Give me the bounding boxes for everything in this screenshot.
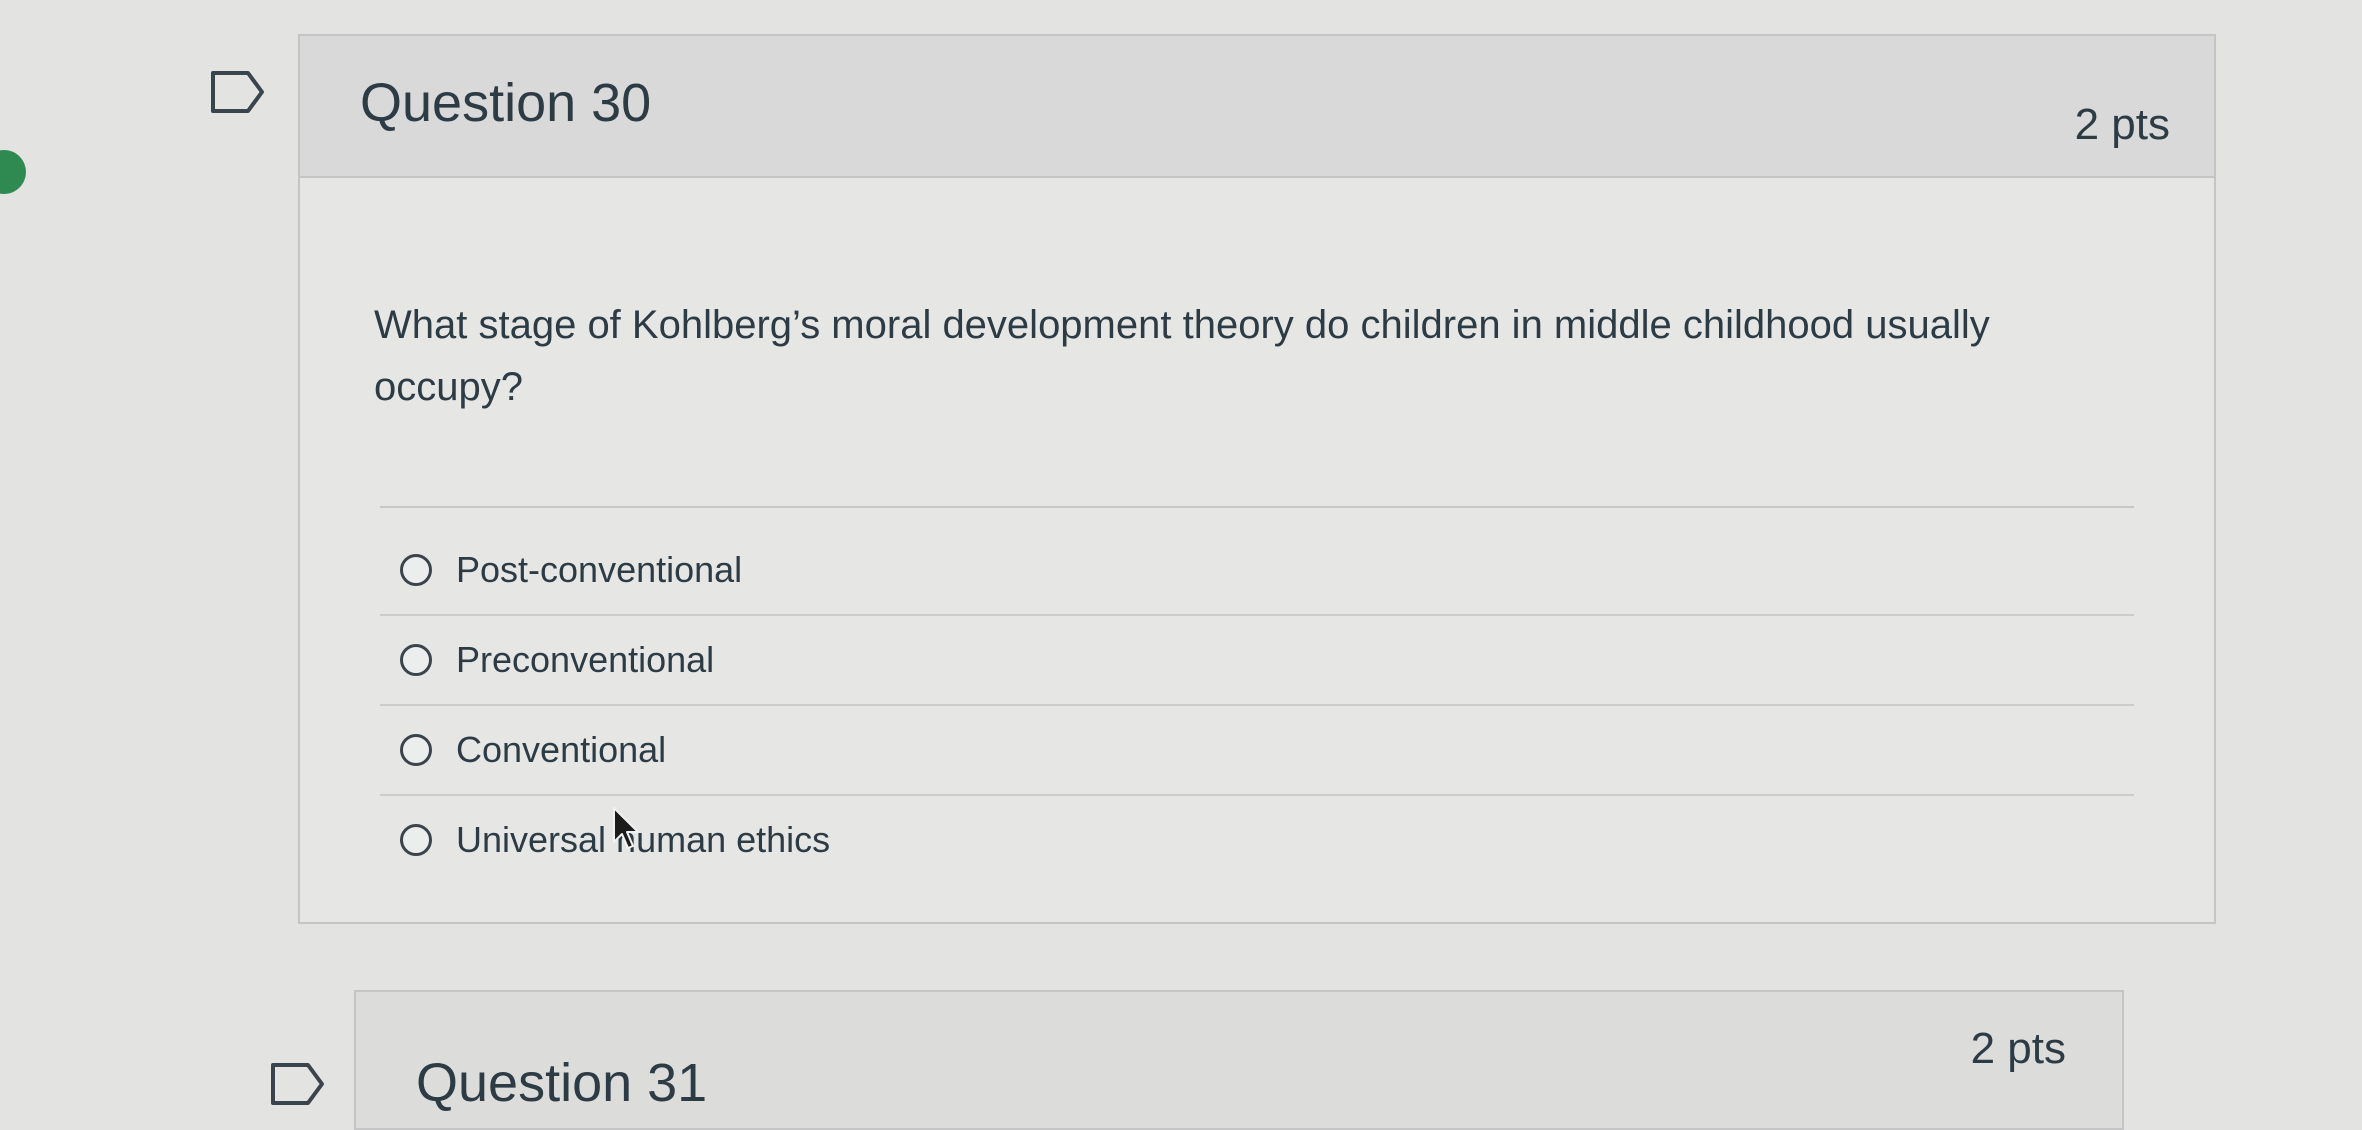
question-30-header: Question 30 2 pts (300, 36, 2214, 178)
question-31-title: Question 31 (416, 1053, 708, 1113)
answer-label[interactable]: Conventional (456, 729, 666, 771)
question-30-card: Question 30 2 pts What stage of Kohlberg… (298, 34, 2216, 924)
answer-label[interactable]: Post-conventional (456, 549, 742, 591)
answer-option-post-conventional[interactable]: Post-conventional (380, 526, 2134, 616)
flag-question-30-icon[interactable] (210, 70, 264, 118)
answer-label[interactable]: Preconventional (456, 639, 714, 681)
radio-button-icon[interactable] (400, 734, 432, 766)
radio-button-icon[interactable] (400, 644, 432, 676)
answer-option-conventional[interactable]: Conventional (380, 706, 2134, 796)
question-31-points: 2 pts (1970, 1024, 2066, 1073)
question-30-points: 2 pts (2074, 100, 2170, 149)
answer-list: Post-conventional Preconventional Conven… (380, 526, 2134, 884)
radio-button-icon[interactable] (400, 824, 432, 856)
answer-label[interactable]: Universal human ethics (456, 819, 830, 861)
mouse-pointer-icon (612, 806, 642, 850)
answer-option-universal-human-ethics[interactable]: Universal human ethics (380, 796, 2134, 884)
side-status-indicator (0, 150, 26, 194)
answer-option-preconventional[interactable]: Preconventional (380, 616, 2134, 706)
question-30-text: What stage of Kohlberg’s moral developme… (374, 303, 1990, 409)
radio-button-icon[interactable] (400, 554, 432, 586)
flag-question-31-icon[interactable] (270, 1062, 324, 1110)
question-30-title: Question 30 (360, 73, 652, 133)
question-31-card: Question 31 2 pts (354, 990, 2124, 1130)
question-divider (380, 506, 2134, 508)
